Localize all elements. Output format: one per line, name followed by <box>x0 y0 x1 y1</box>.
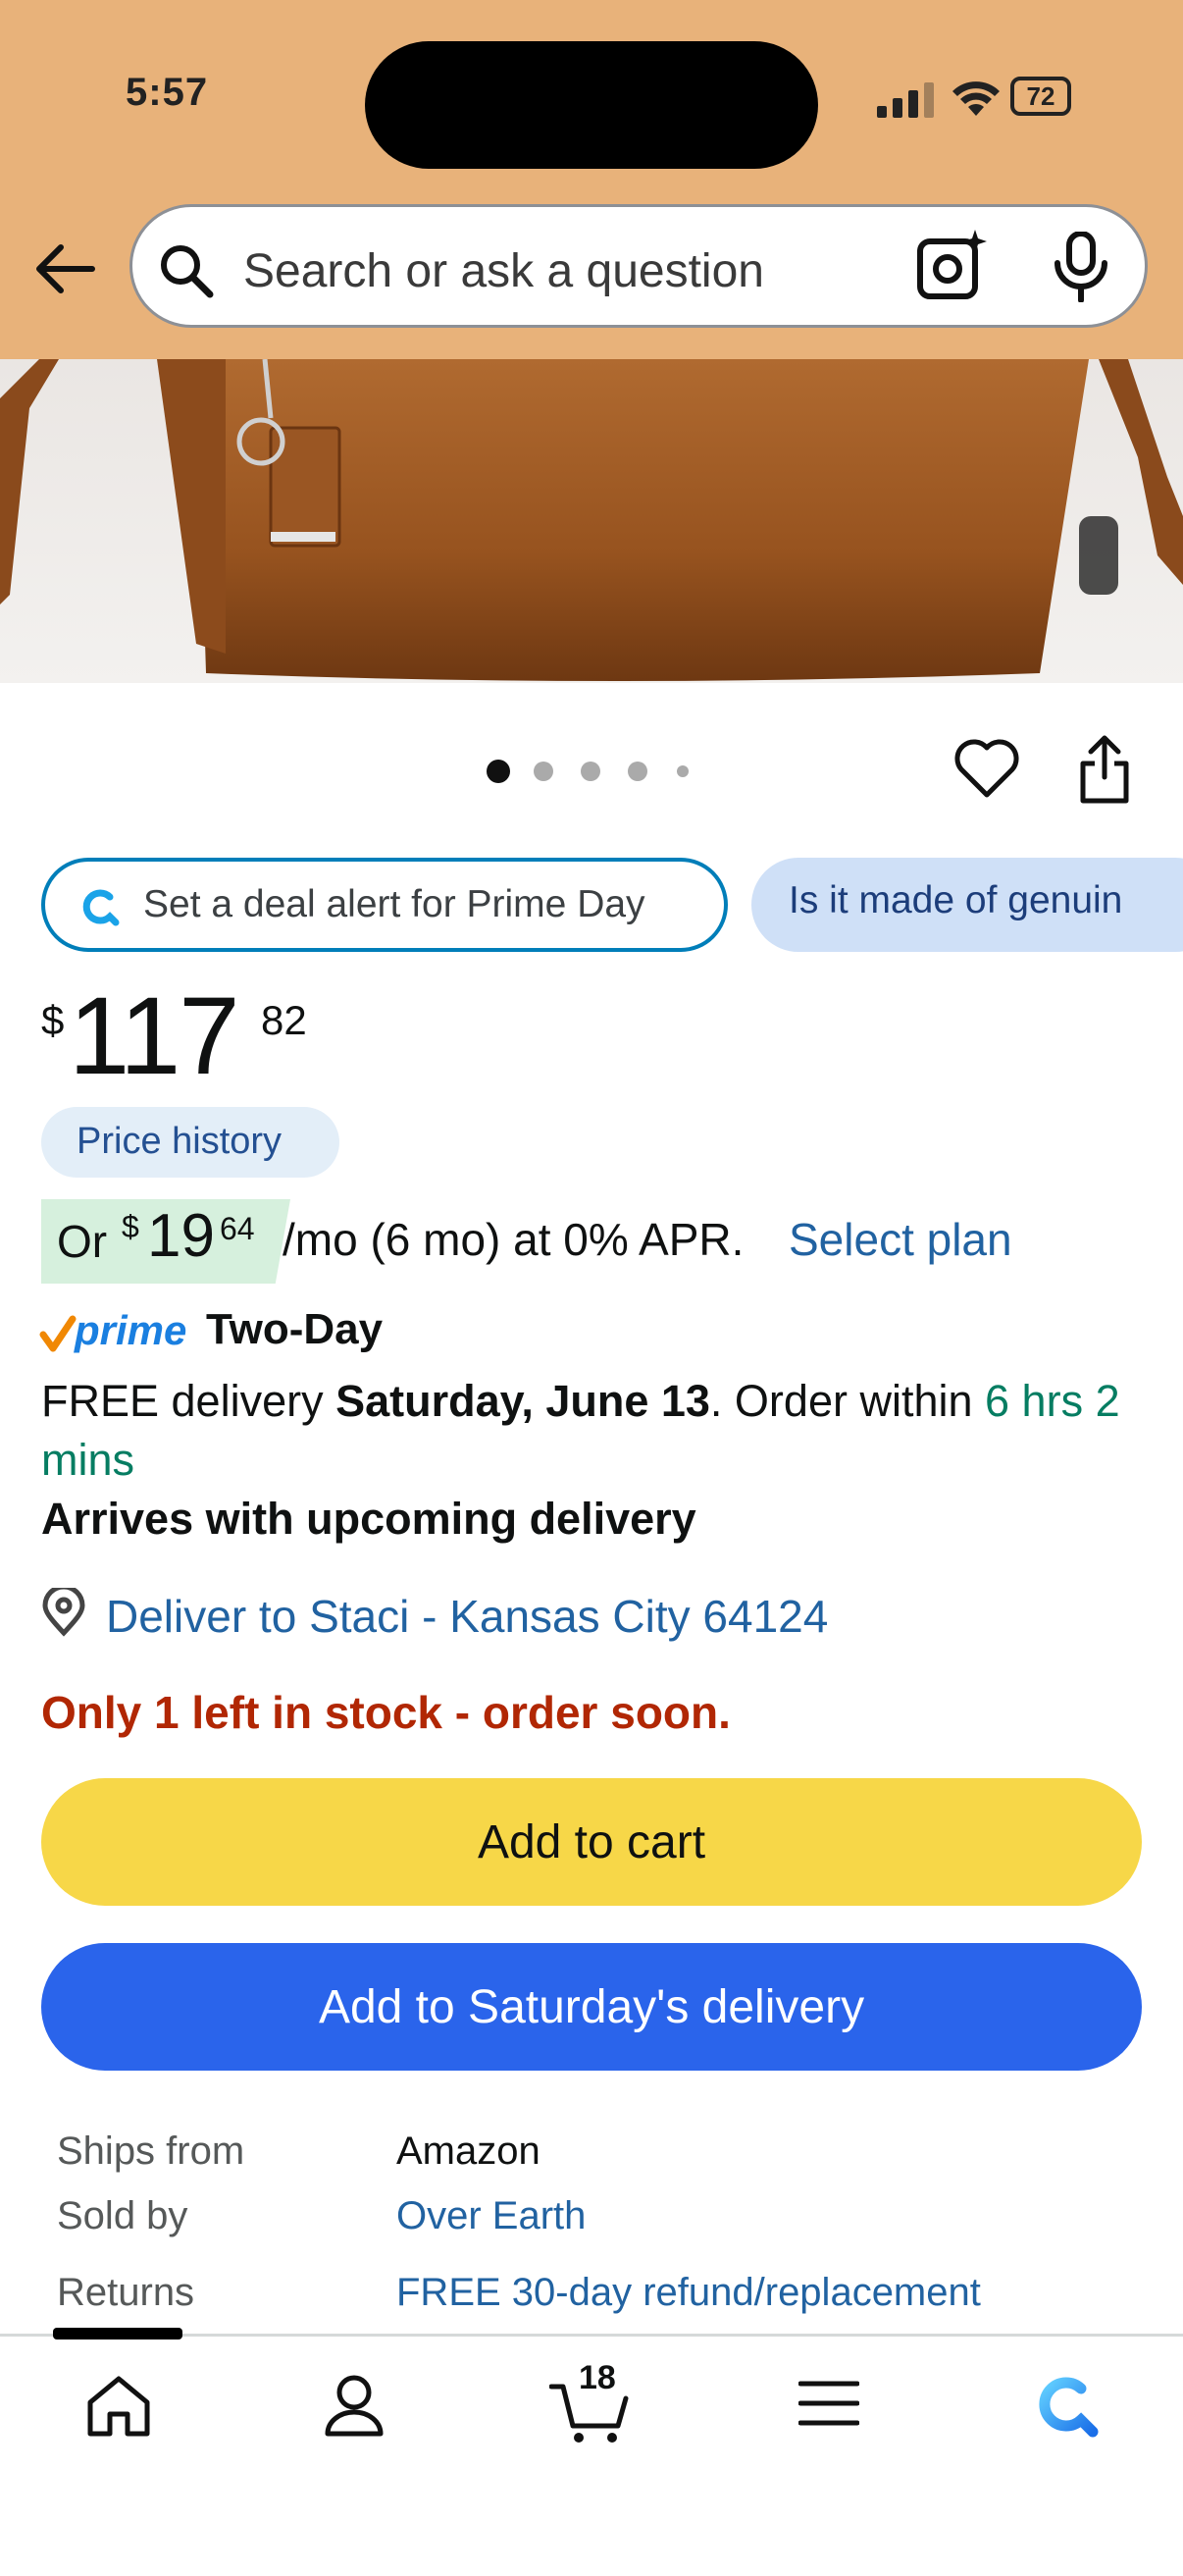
heart-icon[interactable] <box>953 736 1020 801</box>
carousel-dot[interactable] <box>628 762 647 781</box>
order-within-label: . Order within <box>709 1376 973 1426</box>
add-to-cart-button[interactable]: Add to cart <box>41 1778 1142 1906</box>
home-icon[interactable] <box>84 2373 153 2438</box>
monthly-terms: /mo (6 mo) at 0% APR. <box>283 1214 745 1265</box>
carousel-dots[interactable] <box>471 756 706 785</box>
question-chip-label: Is it made of genuin <box>789 879 1123 921</box>
deal-alert-chip[interactable]: Set a deal alert for Prime Day <box>41 858 728 952</box>
monthly-symbol: $ <box>122 1209 139 1244</box>
search-icon <box>161 245 214 298</box>
ships-from-value: Amazon <box>396 2129 540 2173</box>
price-symbol: $ <box>41 997 65 1043</box>
select-plan-link[interactable]: Select plan <box>789 1213 1012 1266</box>
carousel-dot[interactable] <box>677 765 689 777</box>
microphone-icon[interactable] <box>1050 232 1112 302</box>
product-image[interactable] <box>0 359 1183 683</box>
monthly-fraction: 64 <box>220 1211 255 1246</box>
prime-check-icon <box>39 1315 77 1352</box>
stock-warning: Only 1 left in stock - order soon. <box>41 1687 731 1738</box>
prime-logo: prime <box>75 1307 187 1353</box>
status-time: 5:57 <box>126 71 209 114</box>
arrives-upcoming: Arrives with upcoming delivery <box>41 1494 696 1544</box>
carousel-dot-active[interactable] <box>487 760 510 783</box>
deliver-to-link[interactable]: Deliver to Staci - Kansas City 64124 <box>106 1590 828 1643</box>
price-whole: 117 <box>69 974 240 1097</box>
signal-icon <box>877 82 934 118</box>
free-delivery-label: FREE delivery <box>41 1376 324 1426</box>
price-fraction: 82 <box>261 997 307 1043</box>
rufus-assistant-icon[interactable] <box>1028 2373 1099 2438</box>
wifi-icon <box>952 81 1000 116</box>
sold-by-link[interactable]: Over Earth <box>396 2194 586 2238</box>
add-to-delivery-button[interactable]: Add to Saturday's delivery <box>41 1943 1142 2071</box>
menu-icon[interactable] <box>798 2379 859 2428</box>
location-pin-icon <box>42 1588 85 1637</box>
nav-active-indicator <box>53 2328 182 2339</box>
price-history-label: Price history <box>77 1121 283 1162</box>
handbag-image <box>0 359 1183 681</box>
cart-count-badge: 18 <box>579 2359 616 2396</box>
carousel-dot[interactable] <box>534 762 553 781</box>
search-input[interactable] <box>241 236 853 306</box>
question-chip[interactable]: Is it made of genuin <box>751 858 1183 952</box>
prime-speed: Two-Day <box>206 1305 384 1353</box>
carousel-dot[interactable] <box>581 762 600 781</box>
sold-by-label: Sold by <box>57 2194 188 2237</box>
delivery-date: Saturday, June 13 <box>335 1376 710 1426</box>
share-icon[interactable] <box>1077 734 1132 805</box>
back-arrow-icon[interactable] <box>33 241 96 296</box>
returns-link[interactable]: FREE 30-day refund/replacement <box>396 2271 981 2315</box>
returns-label: Returns <box>57 2271 195 2314</box>
camera-lens-icon[interactable] <box>914 228 991 304</box>
price-history-chip[interactable]: Price history <box>41 1107 339 1178</box>
dynamic-island <box>365 41 818 169</box>
ships-from-label: Ships from <box>57 2129 245 2173</box>
deal-alert-label: Set a deal alert for Prime Day <box>143 883 645 925</box>
monthly-whole: 19 <box>147 1202 215 1270</box>
monthly-prefix: Or <box>57 1216 108 1267</box>
delivery-text: FREE delivery Saturday, June 13. Order w… <box>41 1372 1140 1490</box>
rufus-icon <box>82 889 120 926</box>
battery-icon: 72 <box>1010 77 1071 116</box>
account-icon[interactable] <box>324 2373 385 2438</box>
